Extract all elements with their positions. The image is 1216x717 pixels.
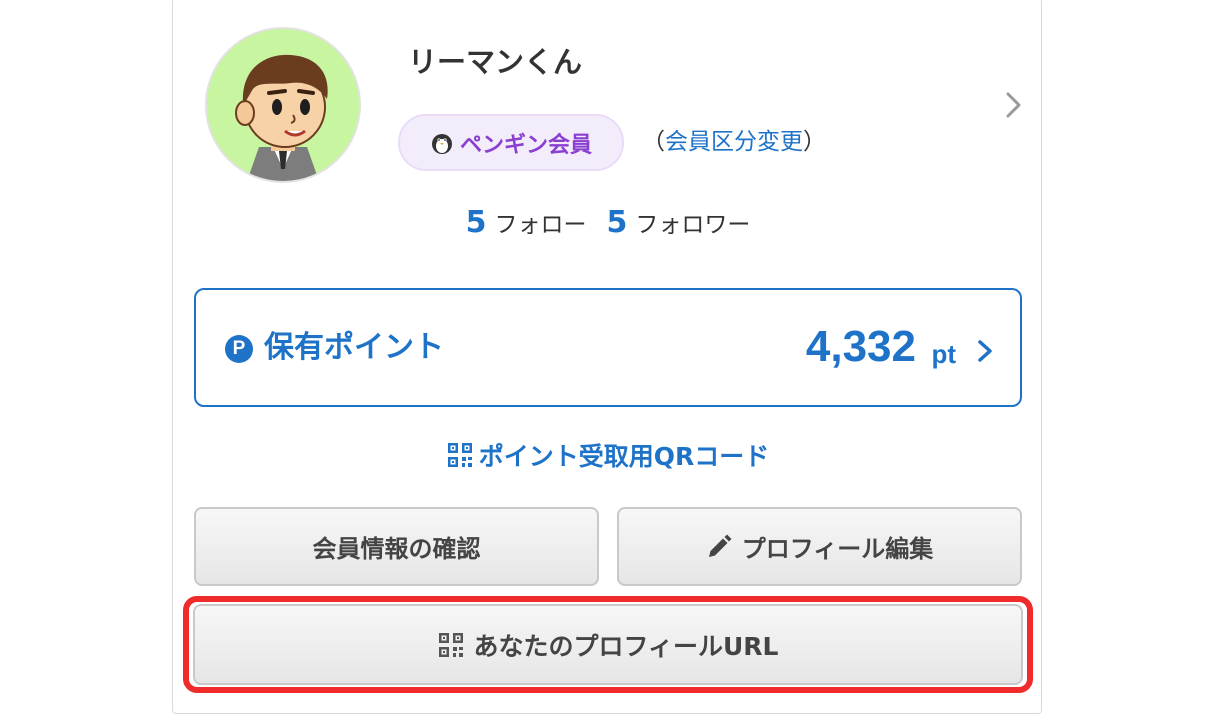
chevron-right-icon[interactable] [1000, 90, 1026, 120]
username: リーマンくん [408, 45, 583, 79]
chevron-right-icon [978, 340, 992, 362]
qr-code-icon [438, 632, 463, 657]
followers-count[interactable]: 5 [607, 205, 628, 240]
profile-edit-button[interactable]: プロフィール編集 [617, 507, 1022, 586]
membership-badge[interactable]: ペンギン会員 [398, 114, 624, 171]
followers-label[interactable]: フォロワー [635, 205, 750, 239]
qr-code-icon [447, 443, 472, 467]
penguin-icon [431, 133, 452, 154]
profile-edit-label: プロフィール編集 [741, 535, 934, 563]
member-info-button[interactable]: 会員情報の確認 [194, 507, 599, 586]
badge-label: ペンギン会員 [459, 132, 592, 158]
qr-receive-link[interactable]: ポイント受取用QRコード [0, 437, 1216, 473]
follow-stats: 5 フォロー 5 フォロワー [0, 205, 1216, 240]
pencil-icon [708, 534, 732, 557]
following-label[interactable]: フォロー [495, 205, 587, 239]
paren-open: （ [642, 129, 665, 155]
points-value: 4,332 [805, 322, 916, 371]
profile-url-button[interactable]: あなたのプロフィールURL [193, 604, 1023, 685]
profile-url-label: あなたのプロフィールURL [473, 631, 779, 661]
points-unit: pt [931, 339, 956, 369]
change-membership-text[interactable]: 会員区分変更 [665, 129, 803, 155]
member-info-label: 会員情報の確認 [312, 535, 481, 563]
avatar-illustration [207, 29, 359, 181]
paren-close: ） [803, 129, 826, 155]
following-count[interactable]: 5 [466, 205, 487, 240]
qr-receive-label[interactable]: ポイント受取用QRコード [479, 442, 770, 471]
points-panel[interactable]: P 保有ポイント 4,332 pt [194, 288, 1022, 407]
points-label: 保有ポイント [264, 330, 444, 365]
change-membership-link[interactable]: （会員区分変更） [642, 124, 826, 160]
avatar[interactable] [205, 27, 361, 183]
point-icon: P [225, 335, 253, 363]
